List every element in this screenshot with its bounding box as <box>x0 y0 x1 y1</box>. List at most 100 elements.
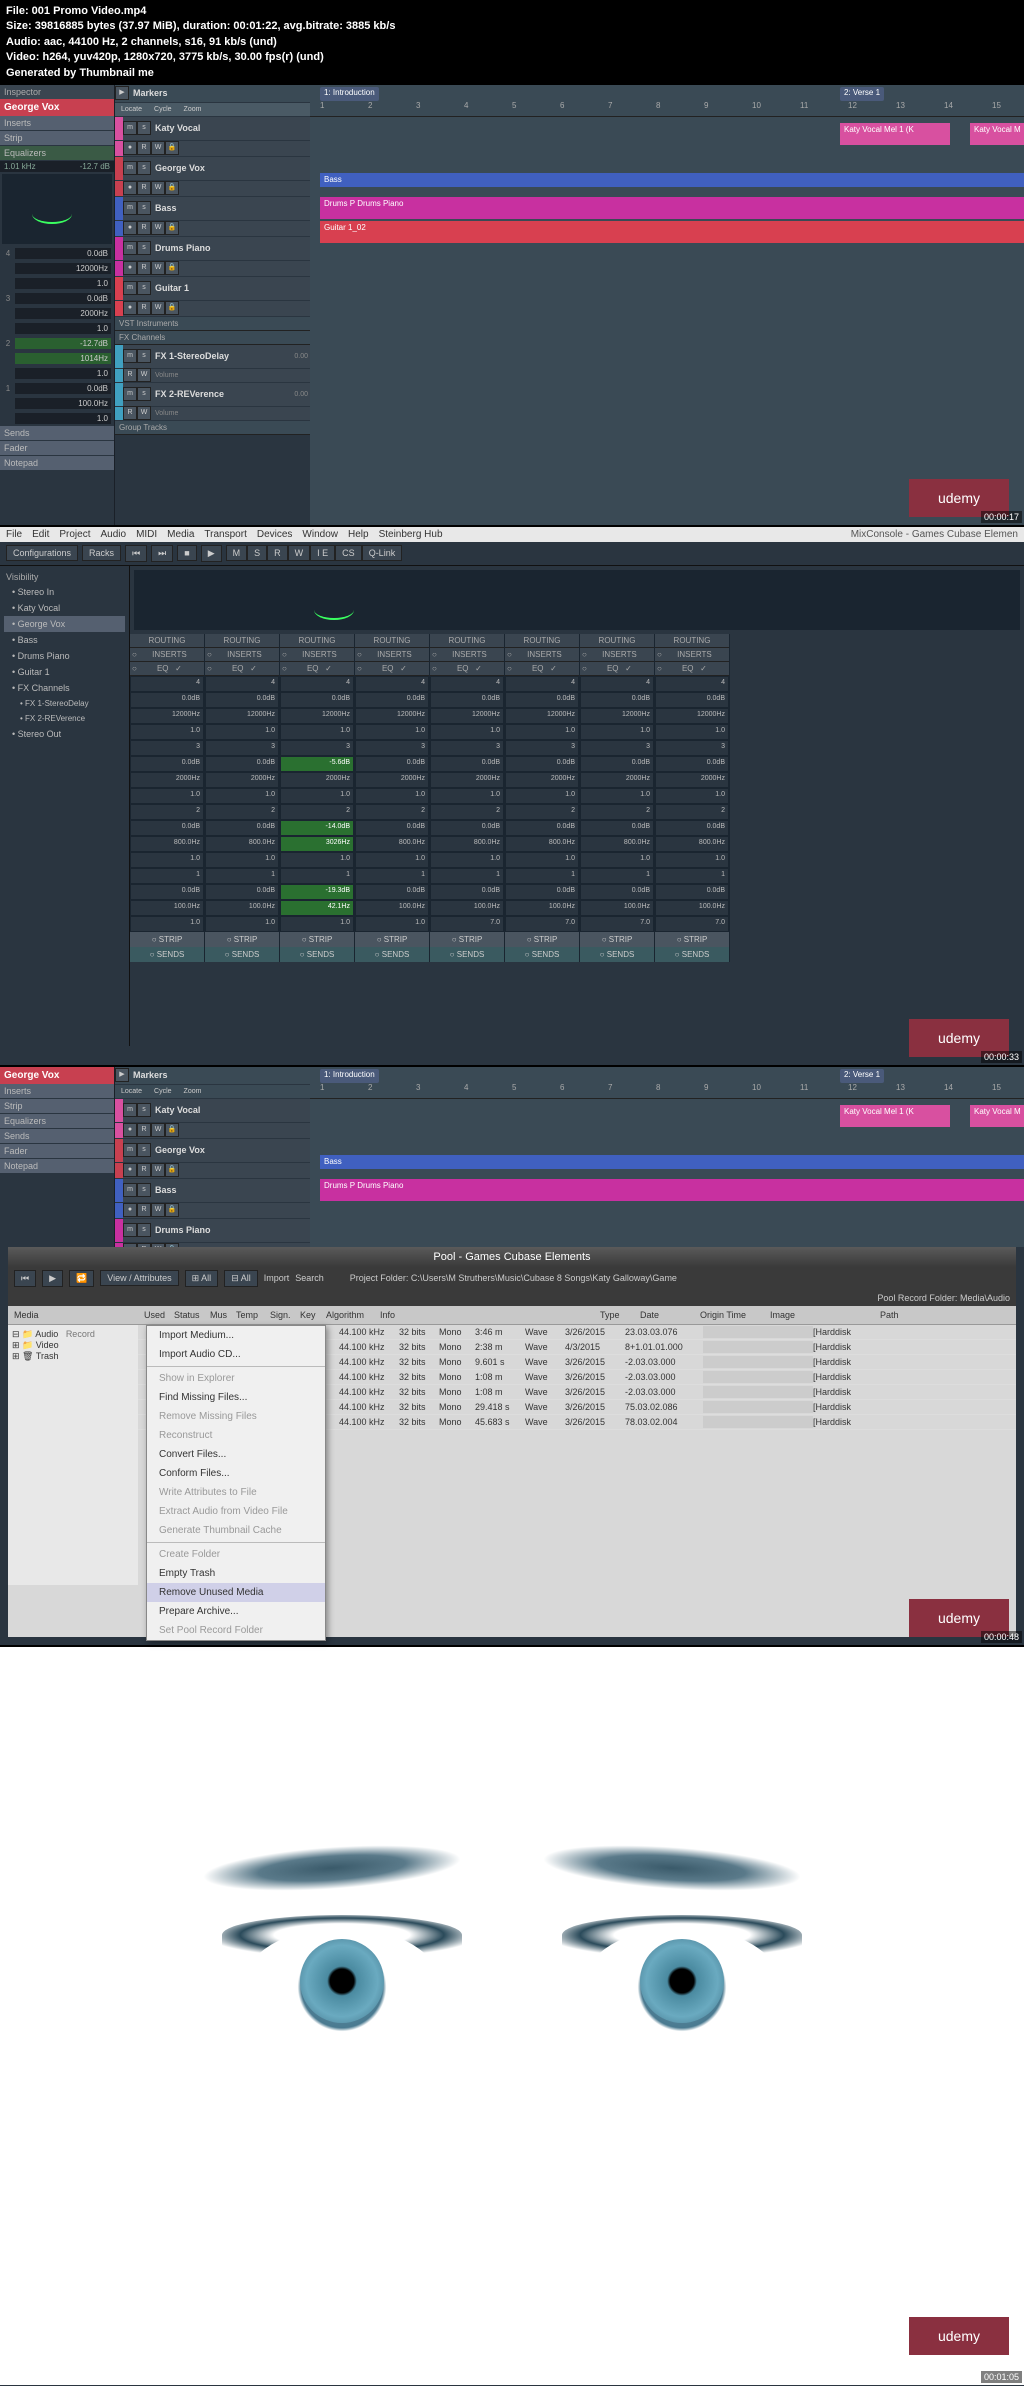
context-menu-item[interactable]: Prepare Archive... <box>147 1602 325 1621</box>
pool-column-header[interactable]: Used <box>140 1308 170 1322</box>
next-btn[interactable]: ⏭ <box>151 545 173 562</box>
marker[interactable]: 1: Introduction <box>320 87 379 101</box>
menu-item[interactable]: Edit <box>32 529 49 540</box>
inspector-track-name[interactable]: George Vox <box>0 99 114 116</box>
mixer-channel[interactable]: ROUTING ○INSERTS ○EQ ✓40.0dB12000Hz1.030… <box>355 634 430 962</box>
mute-btn[interactable]: m <box>123 201 137 215</box>
racks-btn[interactable]: Racks <box>82 545 121 561</box>
inspector-inserts[interactable]: Inserts <box>0 116 114 131</box>
pool-column-header[interactable]: Info <box>376 1308 596 1322</box>
tool-btn[interactable]: W <box>288 545 311 561</box>
clip-katy-2[interactable]: Katy Vocal M <box>970 123 1024 145</box>
track-row[interactable]: m s Guitar 1 <box>115 277 310 301</box>
view-attributes-btn[interactable]: View / Attributes <box>100 1270 178 1286</box>
marker[interactable]: 2: Verse 1 <box>840 87 884 101</box>
menu-item[interactable]: Devices <box>257 529 293 540</box>
visibility-item[interactable]: • FX Channels <box>4 680 125 696</box>
marker[interactable]: 1: Introduction <box>320 1069 379 1083</box>
visibility-sub-item[interactable]: • FX 2-REVerence <box>4 711 125 726</box>
visibility-item[interactable]: • George Vox <box>4 616 125 632</box>
solo-btn[interactable]: s <box>137 1103 151 1117</box>
clip-bass-label[interactable]: Bass <box>320 173 1024 187</box>
solo-btn[interactable]: s <box>137 281 151 295</box>
context-menu-item[interactable]: Import Audio CD... <box>147 1345 325 1364</box>
visibility-item[interactable]: • Bass <box>4 632 125 648</box>
context-menu-item[interactable]: Import Medium... <box>147 1326 325 1345</box>
mute-btn[interactable]: m <box>123 161 137 175</box>
pool-column-header[interactable]: Type <box>596 1308 636 1322</box>
mixer-channel[interactable]: ROUTING ○INSERTS ○EQ ✓40.0dB12000Hz1.030… <box>655 634 730 962</box>
inspector-fader[interactable]: Fader <box>0 441 114 456</box>
clip-guitar[interactable]: Guitar 1_02 <box>320 221 1024 243</box>
pool-column-header[interactable]: Sign. <box>266 1308 296 1322</box>
menu-item[interactable]: File <box>6 529 22 540</box>
tool-btn[interactable]: I E <box>310 545 335 561</box>
pool-column-header[interactable]: Temp <box>232 1308 266 1322</box>
mixer-channel[interactable]: ROUTING ○INSERTS ○EQ ✓40.0dB12000Hz1.030… <box>580 634 655 962</box>
configurations-btn[interactable]: Configurations <box>6 545 78 561</box>
tool-btn[interactable]: Q-Link <box>362 545 403 561</box>
vst-instruments-header[interactable]: VST Instruments <box>115 317 310 331</box>
eq-graph[interactable] <box>2 174 112 244</box>
track-row[interactable]: m s George Vox <box>115 157 310 181</box>
menu-item[interactable]: Audio <box>100 529 126 540</box>
fx-channels-header[interactable]: FX Channels <box>115 331 310 345</box>
pool-column-header[interactable]: Origin Time <box>696 1308 766 1322</box>
pool-column-header[interactable]: Mus <box>206 1308 232 1322</box>
track-row[interactable]: m s Katy Vocal <box>115 117 310 141</box>
tool-btn[interactable]: R <box>267 545 288 561</box>
pool-tree[interactable]: ⊟ 📁 Audio Record ⊞ 📁 Video ⊞ 🗑 Trash <box>8 1325 138 1585</box>
mute-btn[interactable]: m <box>123 1223 137 1237</box>
markers-header[interactable]: ▶ Markers <box>115 85 310 103</box>
visibility-item[interactable]: • Guitar 1 <box>4 664 125 680</box>
timeline-ruler[interactable]: 1: Introduction2: Verse 1123456789101112… <box>310 85 1024 117</box>
tool-btn[interactable]: S <box>247 545 267 561</box>
pool-column-header[interactable]: Media <box>10 1308 140 1322</box>
clip-drums[interactable]: Drums P Drums Piano <box>320 197 1024 219</box>
pool-column-header[interactable]: Key <box>296 1308 322 1322</box>
solo-btn[interactable]: s <box>137 241 151 255</box>
menu-item[interactable]: Window <box>302 529 338 540</box>
menu-item[interactable]: Steinberg Hub <box>379 529 443 540</box>
prev-btn[interactable]: ⏮ <box>125 545 147 562</box>
context-menu-item[interactable]: Convert Files... <box>147 1445 325 1464</box>
inspector-equalizers[interactable]: Equalizers <box>0 146 114 161</box>
mute-btn[interactable]: m <box>123 241 137 255</box>
tool-btn[interactable]: M <box>226 545 248 561</box>
mixer-channel[interactable]: ROUTING ○INSERTS ○EQ ✓40.0dB12000Hz1.030… <box>205 634 280 962</box>
solo-btn[interactable]: s <box>137 201 151 215</box>
play-btn[interactable]: ▶ <box>201 545 222 562</box>
track-row[interactable]: m s Katy Vocal <box>115 1099 310 1123</box>
marker[interactable]: 2: Verse 1 <box>840 1069 884 1083</box>
inspector-strip[interactable]: Strip <box>0 131 114 146</box>
track-row[interactable]: m s Drums Piano <box>115 237 310 261</box>
clip-katy-1[interactable]: Katy Vocal Mel 1 (K <box>840 123 950 145</box>
solo-btn[interactable]: s <box>137 1143 151 1157</box>
visibility-item[interactable]: • Stereo Out <box>4 726 125 742</box>
mute-btn[interactable]: m <box>123 1143 137 1157</box>
pool-column-header[interactable]: Date <box>636 1308 696 1322</box>
pool-column-header[interactable]: Path <box>876 1308 936 1322</box>
solo-btn[interactable]: s <box>137 161 151 175</box>
mixer-channel[interactable]: ROUTING ○INSERTS ○EQ ✓40.0dB12000Hz1.030… <box>505 634 580 962</box>
visibility-sub-item[interactable]: • FX 1-StereoDelay <box>4 696 125 711</box>
mixer-channel[interactable]: ROUTING ○INSERTS ○EQ ✓40.0dB12000Hz1.03-… <box>280 634 355 962</box>
menu-item[interactable]: Transport <box>204 529 246 540</box>
menu-item[interactable]: MIDI <box>136 529 157 540</box>
context-menu-item[interactable]: Find Missing Files... <box>147 1388 325 1407</box>
mixer-channel[interactable]: ROUTING ○INSERTS ○EQ ✓40.0dB12000Hz1.030… <box>430 634 505 962</box>
inspector-notepad[interactable]: Notepad <box>0 456 114 471</box>
mute-btn[interactable]: m <box>123 1183 137 1197</box>
pool-column-header[interactable]: Image <box>766 1308 876 1322</box>
visibility-item[interactable]: • Katy Vocal <box>4 600 125 616</box>
solo-btn[interactable]: s <box>137 1183 151 1197</box>
mute-btn[interactable]: m <box>123 1103 137 1117</box>
menu-item[interactable]: Project <box>59 529 90 540</box>
stop-btn[interactable]: ■ <box>177 545 196 561</box>
mixer-eq-preview[interactable] <box>134 570 1020 630</box>
track-row[interactable]: m s Bass <box>115 197 310 221</box>
mute-btn[interactable]: m <box>123 281 137 295</box>
arrangement-area[interactable]: 1: Introduction2: Verse 1123456789101112… <box>310 85 1024 525</box>
context-menu-item[interactable]: Conform Files... <box>147 1464 325 1483</box>
solo-btn[interactable]: s <box>137 1223 151 1237</box>
